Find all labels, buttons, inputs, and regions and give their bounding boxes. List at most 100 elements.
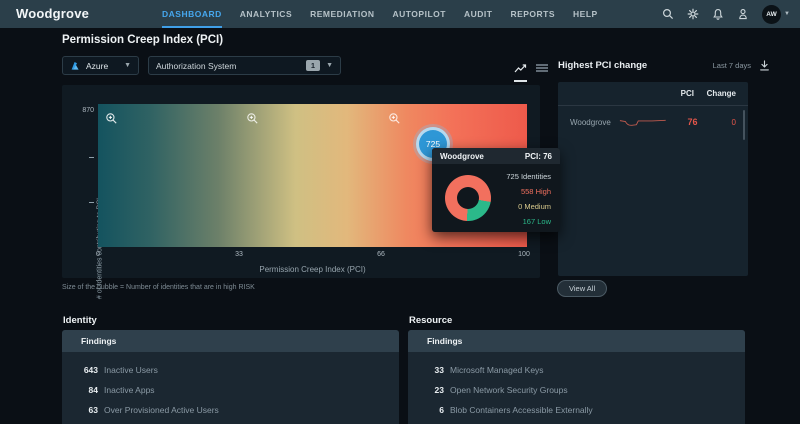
- tooltip-body: 725 Identities 558 High 0 Medium 167 Low: [432, 164, 560, 232]
- finding-label: Inactive Users: [104, 365, 158, 375]
- chevron-down-icon: ▼: [326, 62, 333, 69]
- x-axis-tick: 66: [377, 251, 385, 258]
- col-change: Change: [706, 89, 736, 98]
- finding-row[interactable]: 33 Microsoft Managed Keys: [424, 360, 745, 380]
- stat-low: 167 Low: [522, 217, 551, 226]
- x-axis-tick: 100: [518, 251, 530, 258]
- download-icon[interactable]: [759, 60, 770, 71]
- auth-system-label: Authorization System: [156, 60, 237, 71]
- nav-audit[interactable]: AUDIT: [464, 0, 492, 28]
- nav-analytics[interactable]: ANALYTICS: [240, 0, 292, 28]
- findings-header-label: Findings: [81, 336, 117, 346]
- list-icon: [536, 64, 548, 72]
- bubble-tooltip: Woodgrove PCI: 76 725 Identities 558 Hig…: [432, 148, 560, 232]
- tooltip-pci-value: PCI: 76: [524, 151, 552, 161]
- toggle-active-underline: [514, 80, 527, 82]
- finding-count: 84: [88, 385, 98, 395]
- table-header: PCI Change: [558, 82, 748, 106]
- auth-system-count-badge: 1: [305, 60, 321, 71]
- finding-count: 643: [83, 365, 98, 375]
- finding-label: Blob Containers Accessible Externally: [450, 405, 593, 415]
- period-label: Last 7 days: [712, 61, 751, 70]
- bubble-size-footnote: Size of the bubble = Number of identitie…: [62, 284, 255, 291]
- nav-dashboard[interactable]: DASHBOARD: [162, 0, 222, 28]
- highest-pci-header: Highest PCI change Last 7 days: [558, 60, 770, 71]
- view-all-button[interactable]: View All: [557, 280, 608, 297]
- cloud-provider-value: Azure: [86, 60, 109, 71]
- topbar-actions: AW ▼: [662, 0, 790, 28]
- main-nav: DASHBOARD ANALYTICS REMEDIATION AUTOPILO…: [162, 0, 598, 28]
- search-icon[interactable]: [662, 8, 674, 20]
- zoom-in-icon[interactable]: [388, 112, 401, 125]
- finding-label: Over Provisioned Active Users: [104, 405, 219, 415]
- finding-label: Inactive Apps: [104, 385, 155, 395]
- cloud-provider-dropdown[interactable]: Azure ▼: [62, 56, 139, 75]
- y-axis-tick: 870: [82, 107, 94, 114]
- findings-header-label: Findings: [427, 336, 463, 346]
- avatar[interactable]: AW: [762, 4, 782, 24]
- identity-section-title: Identity: [63, 315, 97, 326]
- topbar: Woodgrove DASHBOARD ANALYTICS REMEDIATIO…: [0, 0, 800, 28]
- chart-view-toggles: [514, 60, 548, 82]
- azure-icon: [71, 61, 79, 70]
- risk-donut-chart: [445, 175, 491, 221]
- finding-count: 33: [434, 365, 444, 375]
- findings-header: Findings: [62, 330, 399, 352]
- row-name: Woodgrove: [570, 117, 611, 127]
- chart-view-toggle[interactable]: [514, 60, 527, 82]
- finding-count: 6: [439, 405, 444, 415]
- nav-autopilot[interactable]: AUTOPILOT: [392, 0, 445, 28]
- zoom-in-icon[interactable]: [246, 112, 259, 125]
- chevron-down-icon: ▼: [124, 62, 131, 69]
- highest-pci-table: PCI Change Woodgrove 76 0: [558, 82, 748, 276]
- gear-icon[interactable]: [687, 8, 699, 20]
- nav-help[interactable]: HELP: [573, 0, 598, 28]
- table-row[interactable]: Woodgrove 76 0: [558, 106, 748, 138]
- finding-row[interactable]: 84 Inactive Apps: [78, 380, 399, 400]
- highest-pci-title: Highest PCI change: [558, 60, 648, 71]
- bell-icon[interactable]: [712, 8, 724, 20]
- finding-label: Open Network Security Groups: [450, 385, 568, 395]
- tooltip-stats: 725 Identities 558 High 0 Medium 167 Low: [491, 169, 551, 229]
- finding-row[interactable]: 6 Blob Containers Accessible Externally: [424, 400, 745, 420]
- row-change-value: 0: [731, 117, 736, 127]
- finding-label: Microsoft Managed Keys: [450, 365, 544, 375]
- resource-section-title: Resource: [409, 315, 453, 326]
- zoom-in-icon[interactable]: [105, 112, 118, 125]
- finding-row[interactable]: 23 Open Network Security Groups: [424, 380, 745, 400]
- finding-count: 63: [88, 405, 98, 415]
- trend-chart-icon: [514, 64, 527, 73]
- y-axis-dash: [89, 202, 94, 203]
- finding-row[interactable]: 643 Inactive Users: [78, 360, 399, 380]
- finding-row[interactable]: 63 Over Provisioned Active Users: [78, 400, 399, 420]
- list-view-toggle[interactable]: [536, 60, 548, 78]
- identity-findings-card: Findings 643 Inactive Users 84 Inactive …: [62, 330, 399, 424]
- y-axis-dash: [89, 157, 94, 158]
- chevron-down-icon: ▼: [784, 11, 790, 17]
- auth-system-dropdown[interactable]: Authorization System 1 ▼: [148, 56, 341, 75]
- findings-header: Findings: [408, 330, 745, 352]
- tooltip-title: Woodgrove: [440, 151, 484, 161]
- x-axis-tick: 0: [96, 251, 100, 258]
- tooltip-header: Woodgrove PCI: 76: [432, 148, 560, 164]
- row-pci-value: 76: [687, 117, 698, 127]
- nav-reports[interactable]: REPORTS: [510, 0, 555, 28]
- app-frame: Woodgrove DASHBOARD ANALYTICS REMEDIATIO…: [0, 0, 800, 424]
- account-menu[interactable]: AW ▼: [762, 4, 790, 24]
- x-axis-tick: 33: [235, 251, 243, 258]
- stat-identities: 725 Identities: [506, 172, 551, 181]
- stat-medium: 0 Medium: [518, 202, 551, 211]
- resource-findings-card: Findings 33 Microsoft Managed Keys 23 Op…: [408, 330, 745, 424]
- findings-rows: 643 Inactive Users 84 Inactive Apps 63 O…: [62, 352, 399, 420]
- stat-high: 558 High: [520, 187, 551, 196]
- nav-remediation[interactable]: REMEDIATION: [310, 0, 374, 28]
- user-icon[interactable]: [737, 8, 749, 20]
- x-axis-label: Permission Creep Index (PCI): [259, 265, 366, 274]
- scrollbar[interactable]: [743, 110, 745, 140]
- page-title: Permission Creep Index (PCI): [62, 34, 224, 46]
- pci-sparkline: [619, 119, 666, 126]
- finding-count: 23: [434, 385, 444, 395]
- findings-rows: 33 Microsoft Managed Keys 23 Open Networ…: [408, 352, 745, 420]
- brand-logo[interactable]: Woodgrove: [16, 0, 89, 28]
- col-pci: PCI: [680, 89, 694, 98]
